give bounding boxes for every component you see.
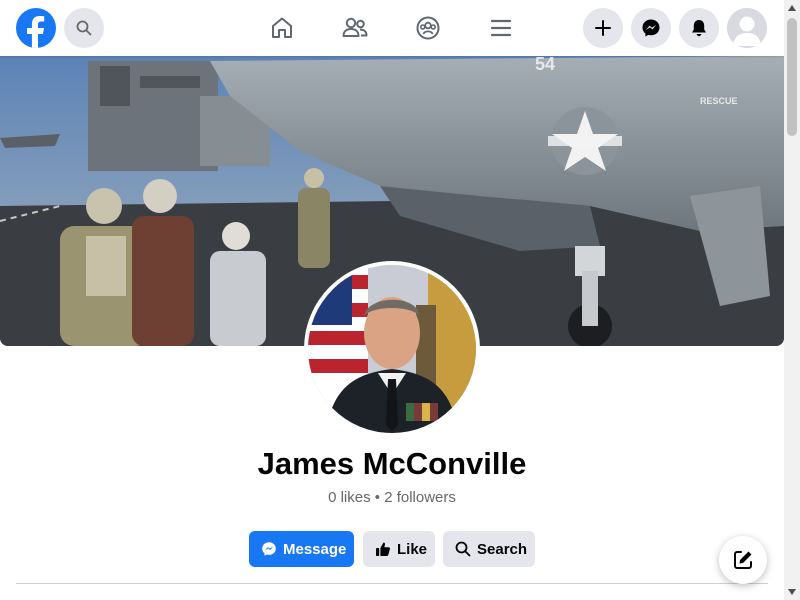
scroll-up-arrow-icon[interactable] — [784, 0, 800, 16]
nav-friends[interactable] — [339, 12, 371, 44]
profile-photo-illustration — [308, 265, 476, 433]
nav-menu[interactable] — [485, 12, 517, 44]
messenger-icon — [262, 542, 276, 556]
like-button[interactable]: Like — [363, 531, 435, 567]
profile-stats: 0 likes • 2 followers — [328, 489, 456, 506]
aircraft-number: 54 — [535, 56, 555, 74]
top-navigation-bar — [0, 0, 784, 56]
message-button[interactable]: Message — [249, 531, 354, 567]
thumbs-up-icon — [376, 542, 390, 556]
plus-icon — [595, 20, 611, 36]
groups-icon — [416, 16, 440, 40]
notifications-button[interactable] — [679, 8, 719, 48]
profile-picture[interactable] — [304, 261, 480, 437]
facebook-f-icon — [27, 16, 45, 48]
profile-avatar-icon — [727, 8, 767, 48]
new-message-button[interactable] — [719, 536, 767, 584]
menu-icon — [490, 19, 512, 37]
search-icon — [455, 541, 471, 557]
account-avatar[interactable] — [727, 8, 767, 48]
bell-icon — [692, 20, 706, 37]
friends-icon — [342, 17, 368, 37]
messenger-button[interactable] — [631, 8, 671, 48]
profile-name: James McConville — [257, 446, 527, 481]
like-button-label: Like — [397, 540, 428, 558]
search-button-label: Search — [477, 540, 528, 558]
search-button[interactable] — [64, 8, 104, 48]
facebook-logo[interactable] — [16, 8, 56, 48]
search-icon — [76, 20, 92, 36]
search-profile-button[interactable]: Search — [443, 531, 535, 567]
messenger-icon — [642, 19, 660, 37]
profile-photo — [308, 265, 476, 433]
nav-groups[interactable] — [412, 12, 444, 44]
scroll-down-arrow-icon[interactable] — [784, 584, 800, 600]
nav-home[interactable] — [266, 12, 298, 44]
create-button[interactable] — [583, 8, 623, 48]
home-icon — [272, 17, 292, 38]
section-divider — [16, 583, 768, 584]
page-scrollbar[interactable] — [784, 0, 800, 600]
rescue-label: RESCUE — [700, 96, 738, 106]
scrollbar-thumb[interactable] — [787, 18, 797, 136]
message-button-label: Message — [283, 540, 347, 558]
compose-icon — [734, 551, 752, 569]
